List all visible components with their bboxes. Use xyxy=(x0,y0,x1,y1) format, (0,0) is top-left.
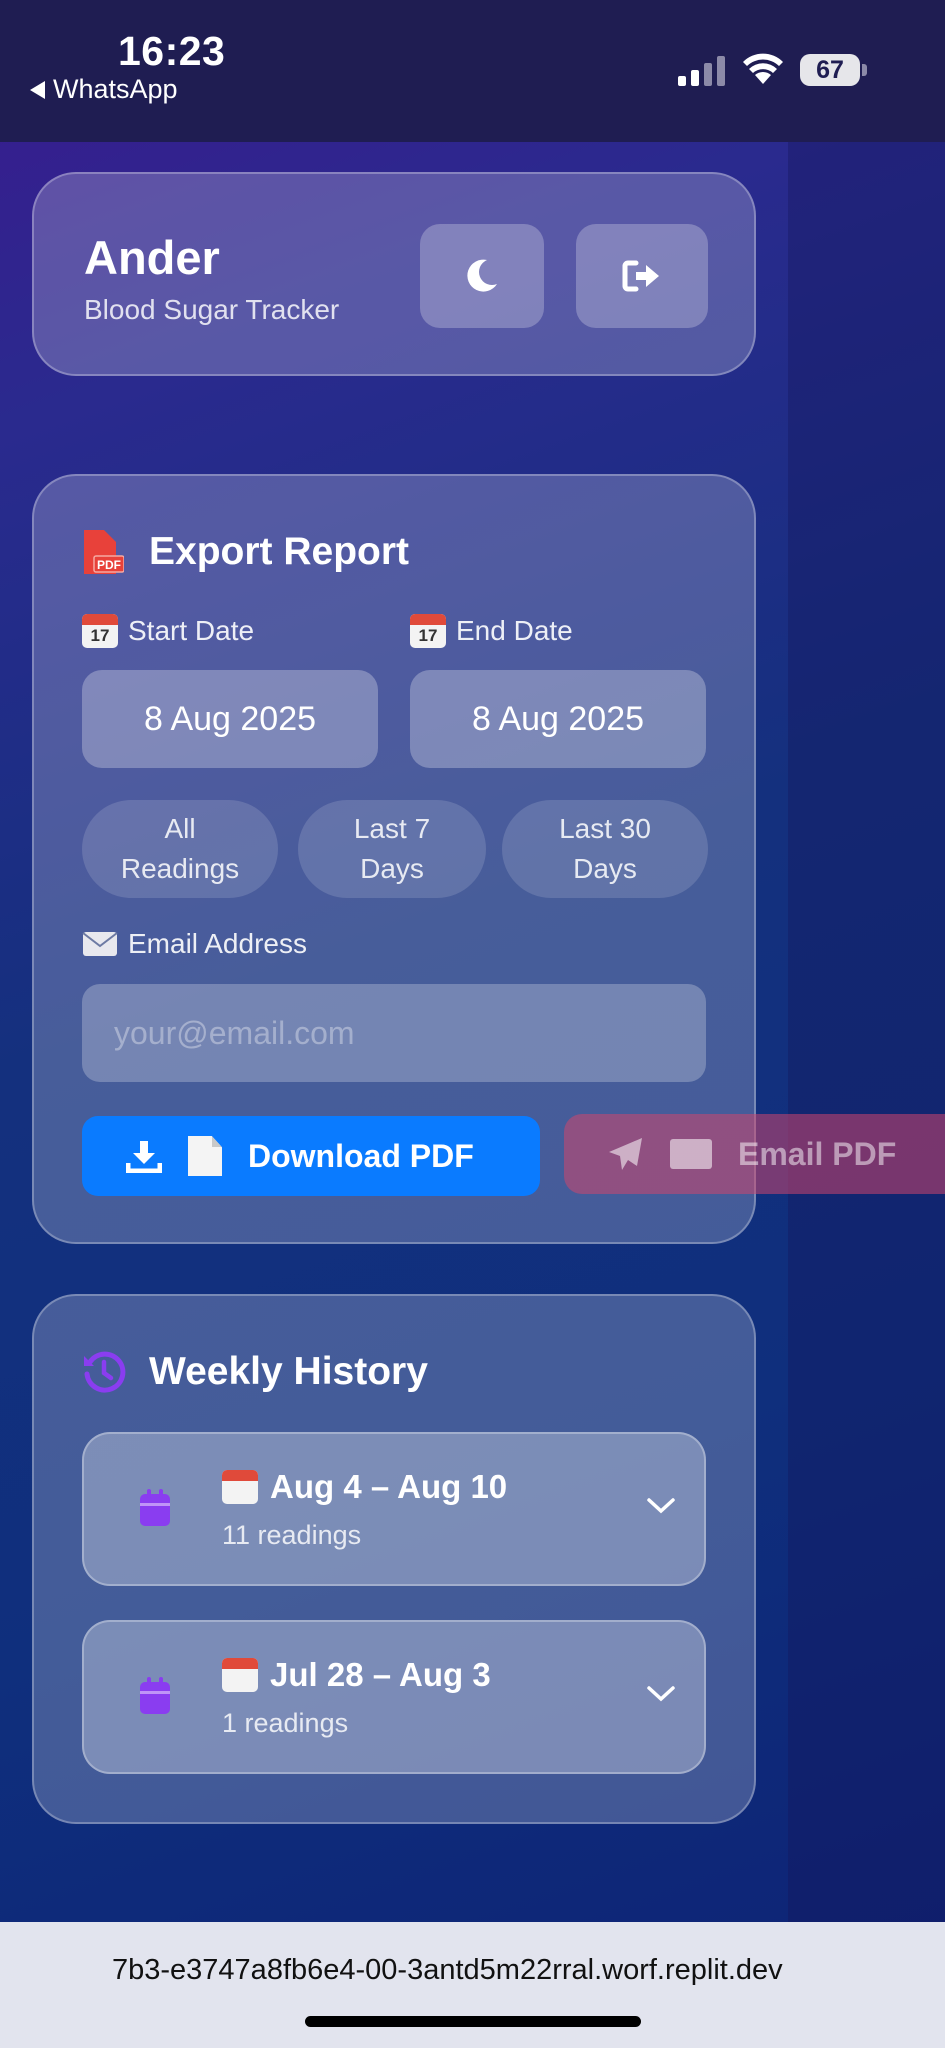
week-reading-count: 1 readings xyxy=(222,1708,349,1738)
email-pdf-button[interactable]: Email PDF xyxy=(564,1114,945,1194)
status-bar: 16:23 WhatsApp 67 xyxy=(0,0,945,142)
url-text[interactable]: 7b3-e3747a8fb6e4-00-3antd5m22rral.worf.r… xyxy=(112,1954,783,1987)
start-date-input[interactable]: 8 Aug 2025 xyxy=(82,670,378,768)
week-reading-count: 11 readings xyxy=(222,1520,362,1550)
logout-button[interactable] xyxy=(576,224,708,328)
svg-text:PDF: PDF xyxy=(97,558,121,572)
user-name: Ander xyxy=(84,231,220,284)
home-indicator[interactable] xyxy=(305,2016,641,2027)
back-to-app-link[interactable]: WhatsApp xyxy=(30,74,178,105)
download-pdf-label: Download PDF xyxy=(248,1137,474,1174)
week-range: Aug 4 – Aug 10 xyxy=(222,1468,507,1506)
calendar-icon: 17 xyxy=(410,614,446,648)
paper-plane-icon xyxy=(609,1138,642,1170)
moon-icon xyxy=(467,259,497,292)
document-icon xyxy=(188,1136,222,1176)
side-panel-backdrop xyxy=(788,142,945,1922)
back-app-label: WhatsApp xyxy=(53,74,178,104)
pdf-file-icon: PDF xyxy=(84,530,124,574)
theme-toggle-button[interactable] xyxy=(420,224,544,328)
email-address-label: Email Address xyxy=(82,928,307,960)
battery-indicator: 67 xyxy=(800,54,860,86)
calendar-icon: 17 xyxy=(82,614,118,648)
weekly-history-title: Weekly History xyxy=(149,1350,428,1393)
header-card: Ander Blood Sugar Tracker xyxy=(32,172,756,376)
download-icon xyxy=(126,1141,162,1173)
calendar-icon xyxy=(140,1677,170,1714)
history-icon xyxy=(84,1351,126,1393)
export-report-title: Export Report xyxy=(149,530,410,573)
week-item[interactable]: Jul 28 – Aug 3 1 readings xyxy=(82,1620,706,1774)
wifi-icon xyxy=(743,53,783,84)
status-time: 16:23 xyxy=(118,28,226,74)
start-date-label: 17 Start Date xyxy=(82,614,254,648)
email-pdf-label: Email PDF xyxy=(738,1135,897,1172)
app-subtitle: Blood Sugar Tracker xyxy=(84,294,340,325)
range-last-30-days-button[interactable]: Last 30 Days xyxy=(502,800,708,898)
cellular-signal-icon xyxy=(678,54,725,86)
spiral-calendar-icon xyxy=(222,1658,258,1692)
week-item[interactable]: Aug 4 – Aug 10 11 readings xyxy=(82,1432,706,1586)
week-range: Jul 28 – Aug 3 xyxy=(222,1656,491,1694)
end-date-input[interactable]: 8 Aug 2025 xyxy=(410,670,706,768)
range-last-7-days-button[interactable]: Last 7 Days xyxy=(298,800,486,898)
range-all-readings-button[interactable]: All Readings xyxy=(82,800,278,898)
logout-icon xyxy=(622,260,659,292)
email-icon xyxy=(82,932,118,956)
spiral-calendar-icon xyxy=(222,1470,258,1504)
chevron-down-icon[interactable] xyxy=(646,1496,676,1516)
email-input[interactable] xyxy=(82,984,706,1082)
end-date-label: 17 End Date xyxy=(410,614,573,648)
battery-nub xyxy=(862,64,867,76)
weekly-history-card: Weekly History Aug 4 – Aug 10 11 reading… xyxy=(32,1294,756,1824)
back-arrow-icon xyxy=(30,80,45,99)
envelope-icon xyxy=(670,1139,712,1169)
download-pdf-button[interactable]: Download PDF xyxy=(82,1116,540,1196)
browser-url-bar[interactable]: 7b3-e3747a8fb6e4-00-3antd5m22rral.worf.r… xyxy=(0,1922,945,2048)
chevron-down-icon[interactable] xyxy=(646,1684,676,1704)
calendar-icon xyxy=(140,1489,170,1526)
